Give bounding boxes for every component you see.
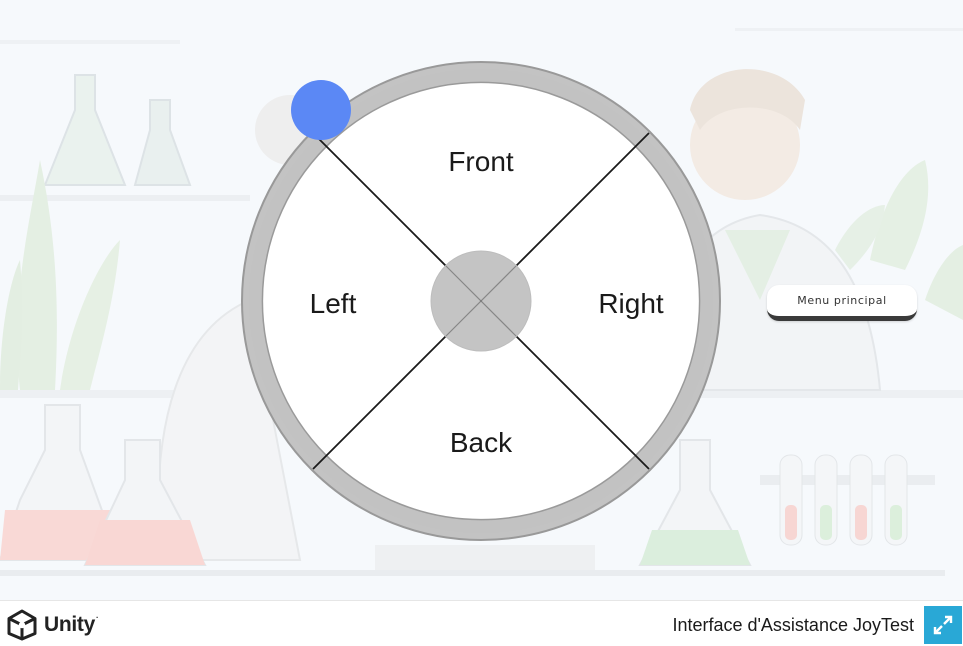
build-title: Interface d'Assistance JoyTest <box>672 615 914 635</box>
unity-logo: Unity· <box>6 609 99 641</box>
label-left: Left <box>310 288 357 319</box>
label-back: Back <box>450 427 513 458</box>
joystick-cursor[interactable] <box>291 80 351 140</box>
game-canvas[interactable]: Front Left Right Back Menu principal <box>0 0 963 600</box>
unity-cube-icon <box>7 609 37 641</box>
fullscreen-button[interactable] <box>924 606 962 644</box>
main-menu-button[interactable]: Menu principal <box>767 285 917 321</box>
label-front: Front <box>448 146 514 177</box>
label-right: Right <box>598 288 664 319</box>
unity-wordmark-text: Unity <box>44 613 96 636</box>
unity-footer: Unity· Interface d'Assistance JoyTest <box>0 600 963 646</box>
unity-wordmark: Unity· <box>44 613 99 636</box>
fullscreen-icon <box>933 615 953 635</box>
